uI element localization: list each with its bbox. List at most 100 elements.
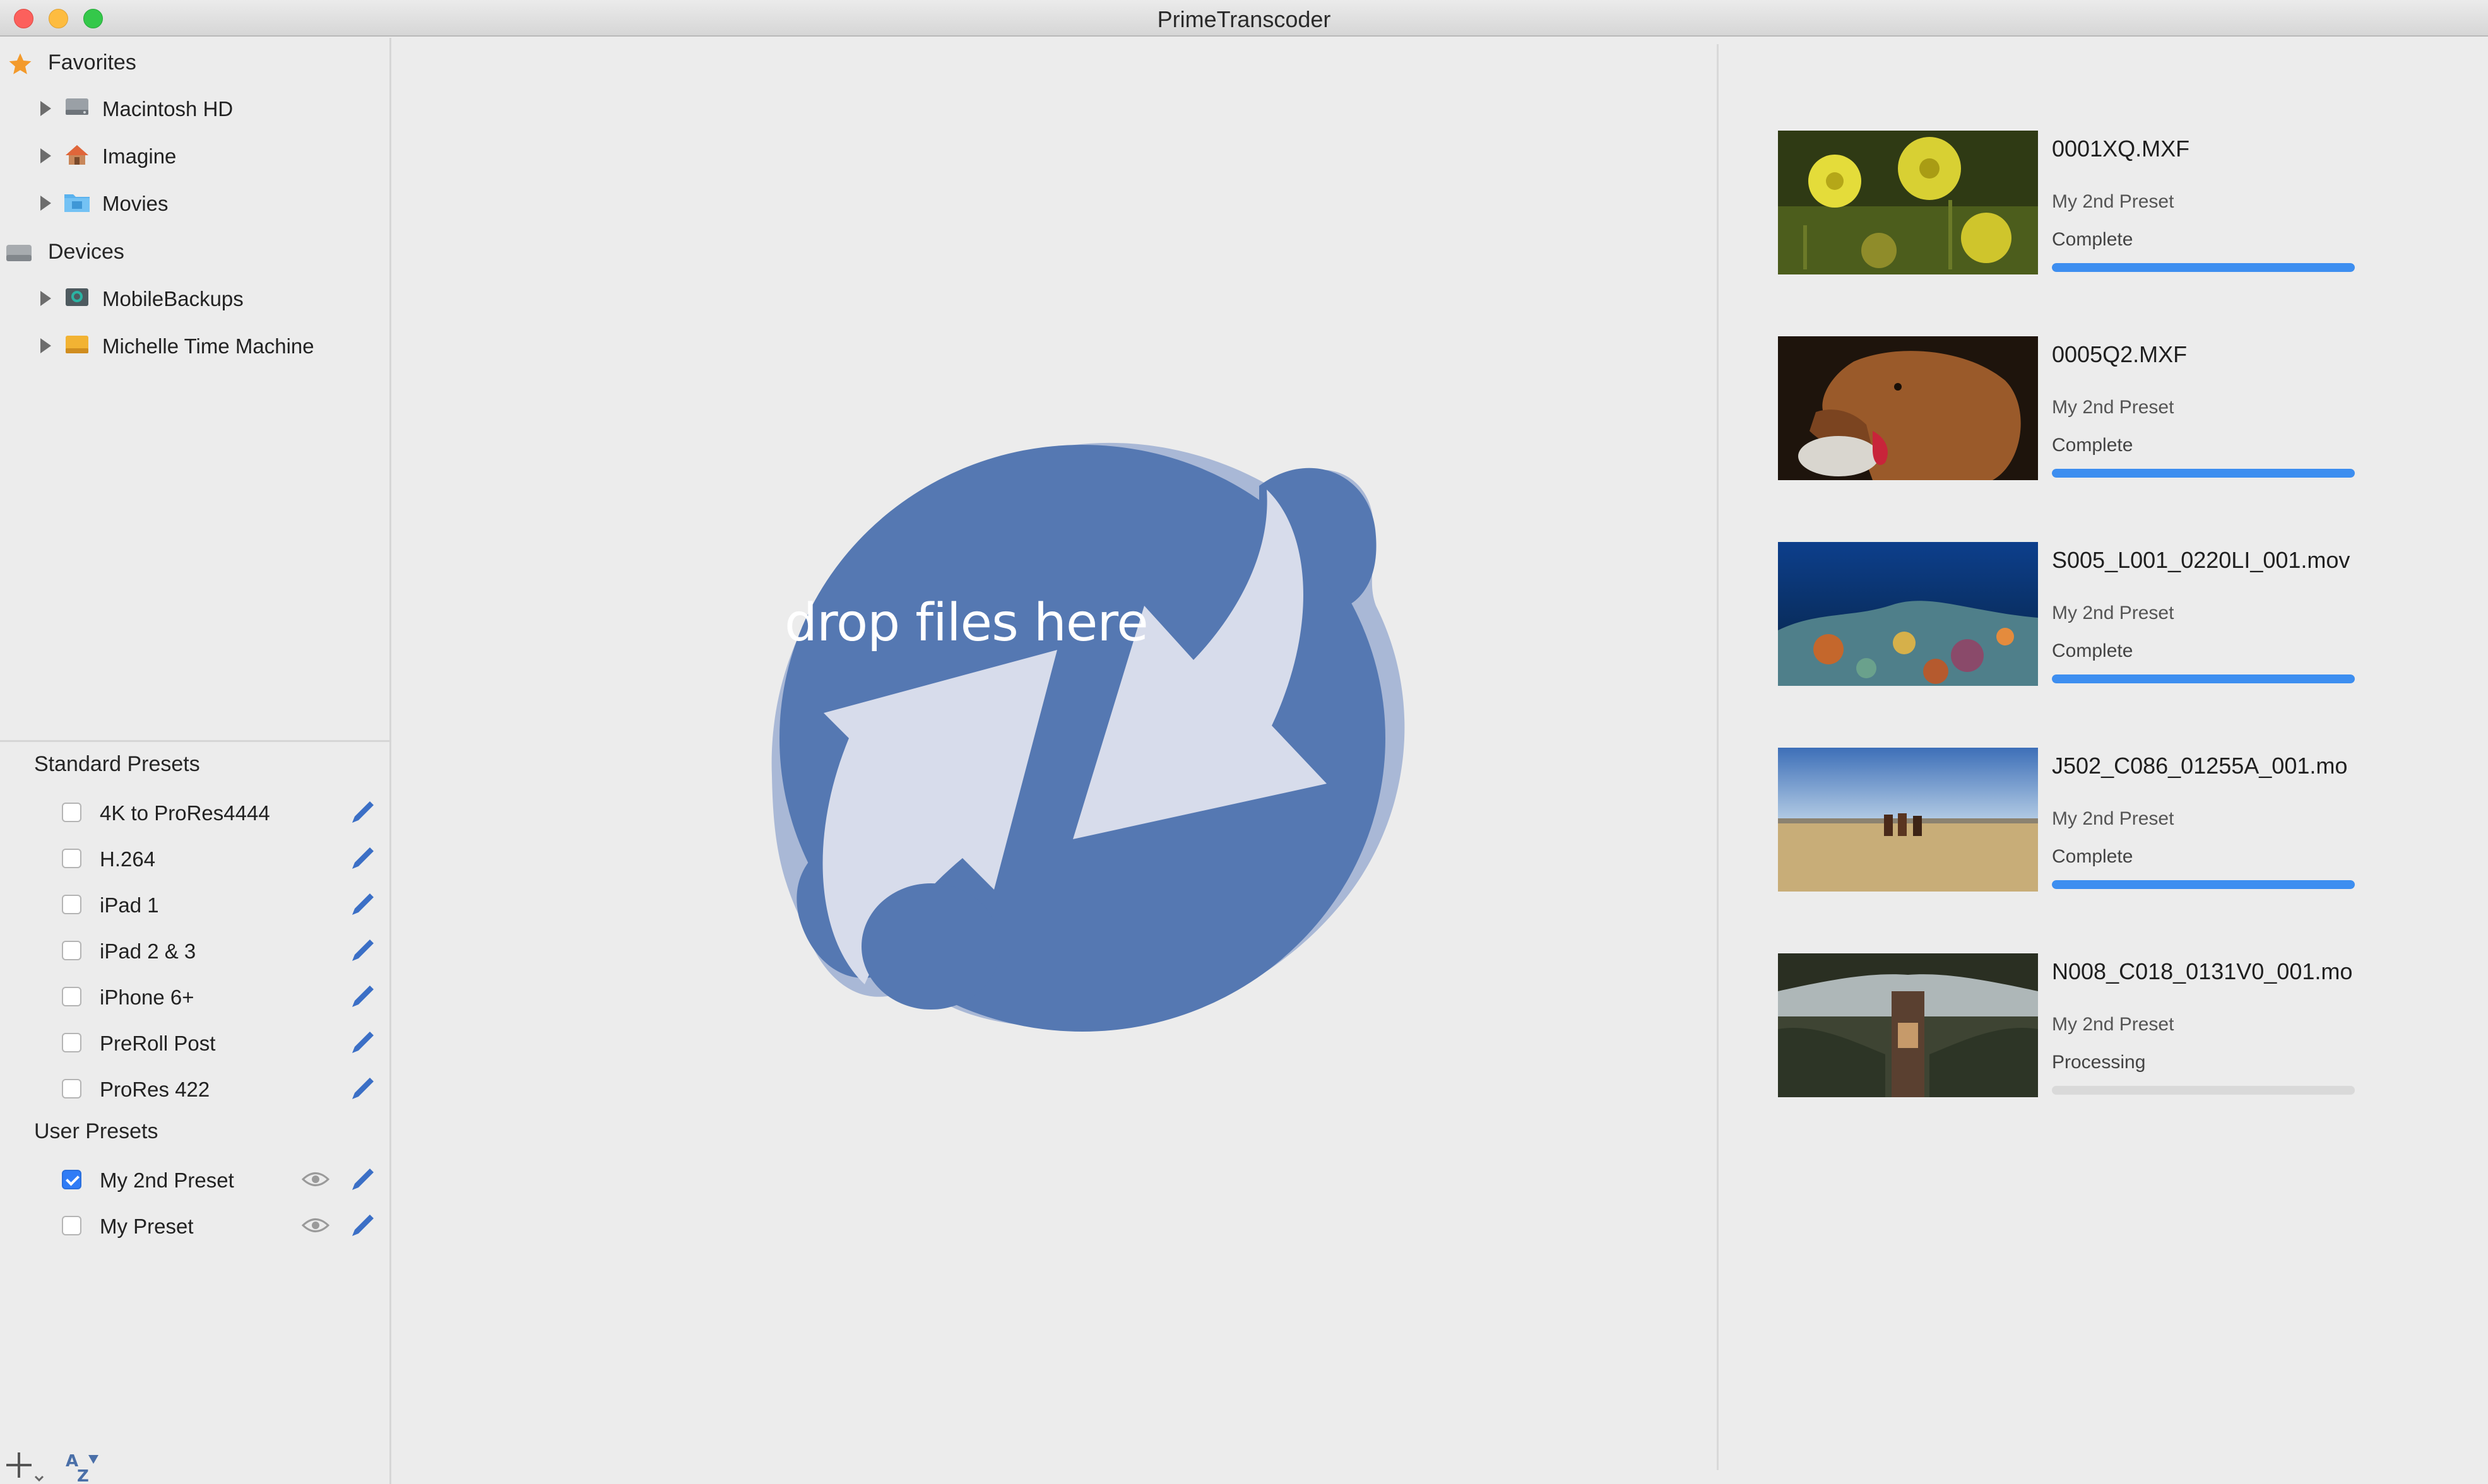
- progress-fill: [2052, 880, 2355, 889]
- job-status: Complete: [2052, 435, 2133, 456]
- preset-row[interactable]: iPhone 6+: [0, 977, 385, 1016]
- preset-row[interactable]: 4K to ProRes4444: [0, 792, 385, 832]
- preset-checkbox[interactable]: [62, 1170, 81, 1189]
- preset-label: iPad 1: [100, 893, 159, 917]
- pencil-icon[interactable]: [348, 937, 376, 965]
- job-preset: My 2nd Preset: [2052, 1014, 2174, 1035]
- pencil-icon[interactable]: [348, 1166, 376, 1194]
- disk-icon: [6, 245, 32, 261]
- eye-icon[interactable]: [302, 1170, 329, 1189]
- sidebar-item-label: Imagine: [102, 144, 177, 168]
- standard-presets-heading: Standard Presets: [34, 752, 200, 776]
- devices-heading: Devices: [48, 240, 124, 264]
- job-preset: My 2nd Preset: [2052, 397, 2174, 418]
- preset-row[interactable]: My 2nd Preset: [0, 1160, 385, 1199]
- external-drive-icon: [66, 336, 88, 353]
- job-filename: S005_L001_0220LI_001.mov: [2052, 547, 2350, 573]
- preset-label: ProRes 422: [100, 1078, 210, 1101]
- disclosure-triangle-icon[interactable]: [40, 291, 51, 306]
- job-item[interactable]: S005_L001_0220LI_001.mov My 2nd Preset C…: [1778, 542, 2409, 687]
- job-filename: N008_C018_0131V0_001.mo: [2052, 958, 2353, 984]
- pencil-icon[interactable]: [348, 1029, 376, 1057]
- sidebar-item-mobilebackups[interactable]: MobileBackups: [0, 280, 379, 317]
- sidebar-item-michelle-time-machine[interactable]: Michelle Time Machine: [0, 327, 379, 365]
- sidebar-item-movies[interactable]: Movies: [0, 184, 379, 222]
- video-thumbnail: [1778, 542, 2038, 686]
- disclosure-triangle-icon[interactable]: [40, 101, 51, 116]
- job-item[interactable]: 0001XQ.MXF My 2nd Preset Complete: [1778, 131, 2409, 276]
- job-filename: J502_C086_01255A_001.mo: [2052, 753, 2348, 779]
- video-thumbnail: [1778, 953, 2038, 1097]
- sidebar-item-label: Movies: [102, 192, 169, 215]
- sort-az-icon[interactable]: A Z: [63, 1451, 102, 1484]
- preset-checkbox[interactable]: [62, 849, 81, 868]
- job-status: Processing: [2052, 1052, 2146, 1073]
- disclosure-triangle-icon[interactable]: [40, 338, 51, 353]
- sidebar-item-imagine[interactable]: Imagine: [0, 137, 379, 175]
- preset-row[interactable]: iPad 2 & 3: [0, 931, 385, 970]
- svg-text:Z: Z: [77, 1467, 89, 1484]
- job-item[interactable]: N008_C018_0131V0_001.mo My 2nd Preset Pr…: [1778, 953, 2409, 1098]
- preset-row[interactable]: iPad 1: [0, 885, 385, 924]
- preset-checkbox[interactable]: [62, 987, 81, 1006]
- disclosure-triangle-icon[interactable]: [40, 196, 51, 211]
- preset-row[interactable]: My Preset: [0, 1206, 385, 1245]
- drop-files-icon: [771, 442, 1405, 1032]
- sidebar-item-macintosh-hd[interactable]: Macintosh HD: [0, 90, 379, 127]
- add-menu-icon[interactable]: [4, 1451, 50, 1484]
- preset-label: 4K to ProRes4444: [100, 801, 270, 825]
- sidebar-item-label: Macintosh HD: [102, 97, 234, 121]
- preset-label: iPhone 6+: [100, 986, 194, 1009]
- job-filename: 0001XQ.MXF: [2052, 136, 2190, 162]
- job-progress-bar: [2052, 1086, 2355, 1095]
- preset-checkbox[interactable]: [62, 1033, 81, 1052]
- job-preset: My 2nd Preset: [2052, 191, 2174, 212]
- job-item[interactable]: J502_C086_01255A_001.mo My 2nd Preset Co…: [1778, 748, 2409, 893]
- job-filename: 0005Q2.MXF: [2052, 341, 2188, 367]
- job-progress-bar: [2052, 469, 2355, 478]
- eye-icon[interactable]: [302, 1216, 329, 1235]
- pencil-icon[interactable]: [348, 1212, 376, 1240]
- preset-label: iPad 2 & 3: [100, 939, 196, 963]
- pencil-icon[interactable]: [348, 891, 376, 919]
- disclosure-triangle-icon[interactable]: [40, 148, 51, 163]
- sidebar-item-label: Michelle Time Machine: [102, 334, 314, 358]
- preset-checkbox[interactable]: [62, 803, 81, 822]
- sidebar-toolbar: A Z: [0, 1439, 391, 1484]
- job-status: Complete: [2052, 846, 2133, 867]
- favorites-heading: Favorites: [48, 50, 136, 74]
- pencil-icon[interactable]: [348, 983, 376, 1011]
- preset-row[interactable]: PreRoll Post: [0, 1023, 385, 1062]
- window-title: PrimeTranscoder: [1157, 6, 1331, 32]
- preset-row[interactable]: H.264: [0, 839, 385, 878]
- pencil-icon[interactable]: [348, 1075, 376, 1103]
- title-bar: PrimeTranscoder: [0, 0, 2488, 37]
- preset-row[interactable]: ProRes 422: [0, 1069, 385, 1108]
- video-thumbnail: [1778, 131, 2038, 274]
- progress-fill: [2052, 263, 2355, 272]
- job-status: Complete: [2052, 640, 2133, 661]
- sidebar-item-label: MobileBackups: [102, 287, 244, 310]
- preset-checkbox[interactable]: [62, 1079, 81, 1098]
- preset-label: PreRoll Post: [100, 1032, 216, 1055]
- progress-fill: [2052, 674, 2355, 683]
- job-queue: 0001XQ.MXF My 2nd Preset Complete 0005Q2…: [1719, 38, 2488, 1484]
- job-progress-bar: [2052, 263, 2355, 272]
- home-icon: [66, 145, 88, 165]
- drop-files-label: drop files here: [785, 593, 1149, 653]
- drop-zone[interactable]: drop files here: [393, 38, 1719, 1484]
- progress-fill: [2052, 469, 2355, 478]
- pencil-icon[interactable]: [348, 845, 376, 873]
- job-progress-bar: [2052, 880, 2355, 889]
- time-machine-drive-icon: [66, 288, 88, 306]
- preset-checkbox[interactable]: [62, 895, 81, 914]
- preset-checkbox[interactable]: [62, 941, 81, 960]
- preset-checkbox[interactable]: [62, 1216, 81, 1235]
- job-item[interactable]: 0005Q2.MXF My 2nd Preset Complete: [1778, 336, 2409, 481]
- user-presets-heading: User Presets: [34, 1119, 158, 1143]
- job-progress-bar: [2052, 674, 2355, 683]
- pencil-icon[interactable]: [348, 799, 376, 827]
- job-preset: My 2nd Preset: [2052, 808, 2174, 829]
- preset-label: My Preset: [100, 1215, 194, 1238]
- hard-drive-icon: [66, 98, 88, 115]
